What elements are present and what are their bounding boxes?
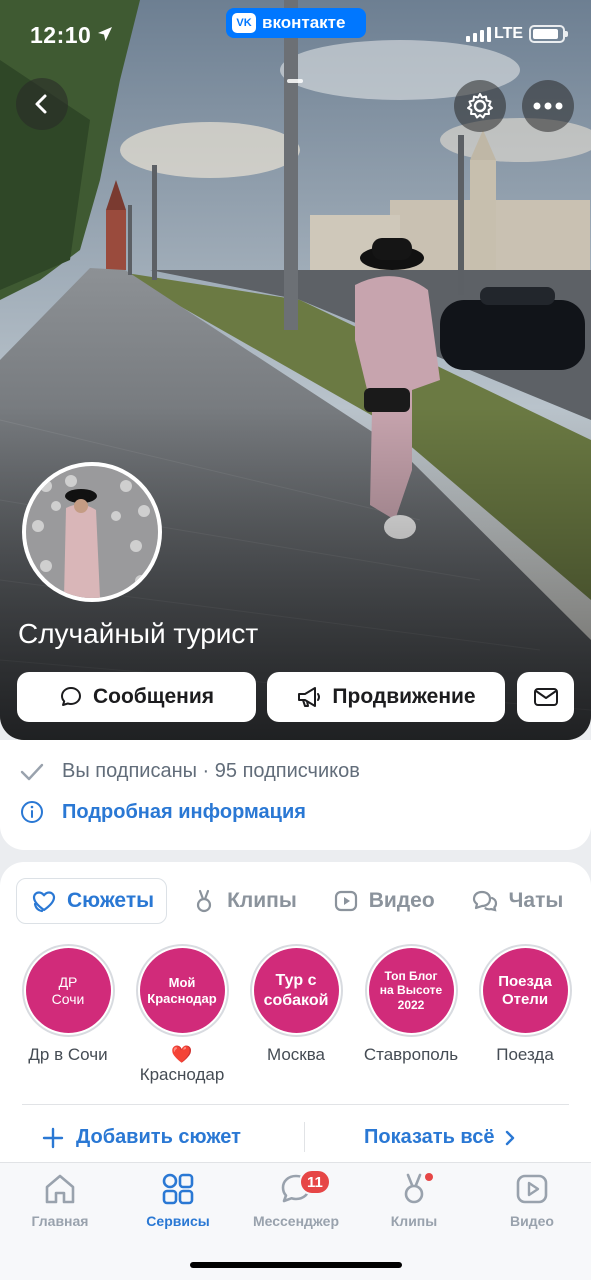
story-emoji: ❤️ [171,1045,193,1064]
tab-chats[interactable]: Чаты [459,878,576,924]
story-cover: Тур с собакой [253,948,339,1033]
network-type: LTE [494,25,524,42]
gear-icon [467,93,493,119]
tab-video[interactable]: Видео [321,878,447,924]
nav-video[interactable]: Видео [473,1171,591,1229]
new-content-dot [425,1173,433,1181]
add-story-button[interactable]: Добавить сюжет [42,1126,241,1149]
nav-video-label: Видео [510,1213,554,1229]
nav-home[interactable]: Главная [1,1171,119,1229]
story-item[interactable]: Тур с собакой Москва [236,944,356,1065]
clips-icon [196,889,212,913]
messages-button[interactable]: Сообщения [17,672,256,722]
tab-clips-label: Клипы [227,889,297,912]
more-info-link[interactable]: Подробная информация [20,800,306,824]
story-cover: Поезда Отели [482,948,568,1033]
story-cover-ring: Топ Блог на Высоте 2022 [364,944,458,1037]
more-dots-icon [533,102,563,110]
tab-chats-label: Чаты [508,889,564,912]
story-cover-ring: Тур с собакой [249,944,343,1037]
nav-clips[interactable]: Клипы [355,1171,473,1229]
story-label: Поезда [496,1045,554,1064]
app-pill-label: вконтакте [262,13,346,32]
cover-pager-indicator [287,79,303,83]
tab-clips[interactable]: Клипы [179,878,309,924]
story-cover-ring: Поезда Отели [478,944,572,1037]
mail-button[interactable] [517,672,574,722]
add-story-label: Добавить сюжет [76,1126,241,1148]
messages-button-label: Сообщения [92,685,215,708]
subscription-status: Вы подписаны · 95 подписчиков [20,760,360,783]
tab-video-label: Видео [368,889,435,912]
unread-count-badge: 11 [299,1169,331,1195]
tab-stories[interactable]: Сюжеты [16,878,168,924]
home-icon [45,1174,75,1204]
story-cover-ring: ДР Сочи [21,944,115,1037]
nav-services-label: Сервисы [146,1213,210,1229]
profile-screen: 12:10 VK вконтакте LTE Случайный турист … [0,0,591,1280]
tab-stories-label: Сюжеты [67,889,155,912]
show-all-button[interactable]: Показать всё [364,1126,516,1149]
location-arrow-icon [98,27,112,41]
promotion-button[interactable]: Продвижение [267,672,505,722]
plus-icon [42,1127,64,1148]
story-label: Краснодар [139,1065,225,1085]
nav-home-label: Главная [31,1213,89,1229]
checkmark-icon [20,763,44,780]
story-label: Москва [266,1045,326,1064]
nav-services[interactable]: Сервисы [119,1171,237,1229]
story-label: Ставрополь [363,1045,459,1064]
promotion-button-label: Продвижение [332,685,476,708]
vk-logo-icon: VK [232,13,256,33]
profile-name: Случайный турист [18,618,259,649]
status-time: 12:10 [30,22,92,48]
profile-info-card: Вы подписаны · 95 подписчиков Подробная … [0,740,591,850]
chats-icon [472,890,497,912]
more-options-button[interactable] [522,80,574,132]
back-button[interactable] [16,78,68,130]
story-item[interactable]: Поезда Отели Поезда [465,944,585,1065]
video-icon [334,890,357,912]
story-item[interactable]: Мой Краснодар ❤️ Краснодар [122,944,242,1085]
story-cover: Топ Блог на Высоте 2022 [368,948,454,1033]
status-bar: 12:10 VK вконтакте LTE [0,0,591,70]
nav-clips-label: Клипы [390,1213,438,1229]
more-info-label: Подробная информация [62,800,306,823]
subscription-text: Вы подписаны · 95 подписчиков [62,760,360,782]
signal-icon [466,27,491,42]
section-divider [22,1104,569,1105]
battery-icon [529,25,568,43]
show-all-label: Показать всё [364,1126,495,1148]
story-cover: ДР Сочи [25,948,111,1033]
profile-cover: 12:10 VK вконтакте LTE Случайный турист … [0,0,591,740]
story-item[interactable]: Топ Блог на Высоте 2022 Ставрополь [351,944,471,1065]
story-cover-ring: Мой Краснодар [135,944,229,1037]
envelope-icon [533,688,558,706]
story-label-wrap: ❤️ Краснодар [122,1045,242,1085]
info-icon [21,801,43,823]
story-item[interactable]: ДР Сочи Др в Сочи [8,944,128,1065]
actions-separator [304,1122,305,1152]
story-label: Др в Сочи [28,1045,108,1064]
message-bubble-icon [60,687,81,706]
profile-avatar[interactable] [22,462,162,602]
settings-button[interactable] [454,80,506,132]
return-to-app-pill[interactable]: VK вконтакте [226,8,366,38]
services-icon [162,1173,194,1205]
megaphone-icon [298,687,321,707]
nav-messenger[interactable]: 11 Мессенджер [237,1169,355,1229]
story-cover: Мой Краснодар [139,948,225,1033]
home-indicator[interactable] [190,1262,402,1268]
chevron-left-icon [35,94,47,114]
chevron-right-icon [506,1130,515,1145]
content-tabs: Сюжеты Клипы Видео Чаты [16,878,575,924]
nav-messenger-label: Мессенджер [252,1213,340,1229]
avatar-photo [26,466,158,598]
stories-icon [32,891,56,913]
story-actions: Добавить сюжет Показать всё [0,1118,591,1160]
video-icon [516,1174,548,1204]
